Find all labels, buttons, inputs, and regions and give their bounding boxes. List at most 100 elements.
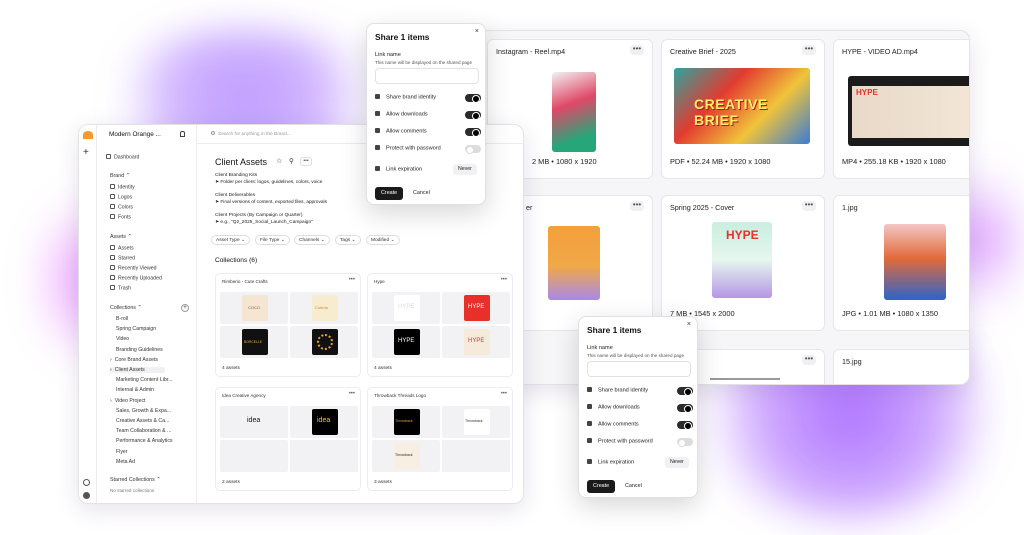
expiration-select[interactable]: Never (665, 457, 689, 468)
sidebar-collection-item[interactable]: B-roll (110, 316, 128, 322)
add-collection-icon[interactable]: + (181, 304, 189, 312)
sidebar-collection-item[interactable]: › Client Assets (110, 367, 165, 373)
toggle-allow-downloads[interactable] (465, 111, 481, 120)
collection-card[interactable]: Hype ••• HYPE HYPE HYPE HYPE 4 assets (367, 273, 513, 377)
link-name-input[interactable] (375, 68, 479, 84)
sidebar-collection-item[interactable]: Internal & Admin (110, 387, 154, 393)
sidebar-collection-item[interactable]: Team Collaboration & ... (110, 428, 171, 434)
filter-asset-type[interactable]: Asset Type ⌄ (211, 235, 251, 245)
section-starred-collections[interactable]: Starred Collections ⌃ (110, 477, 161, 483)
toggle-allow-comments[interactable] (465, 128, 481, 137)
chevron-right-icon[interactable]: › (110, 357, 112, 363)
workspace-name[interactable]: Modern Orange ... (109, 131, 161, 138)
add-icon[interactable]: + (83, 147, 89, 158)
collection-title: Hype (374, 279, 385, 284)
collection-card[interactable]: Throwback Threads Logo ••• Throwback Thr… (367, 387, 513, 491)
sidebar-collection-item[interactable]: Spring Campaign (110, 326, 156, 332)
sidebar-collection-item[interactable]: Performance & Analytics (110, 438, 173, 444)
collection-thumb (290, 326, 358, 358)
collection-card[interactable]: Rimberio - Cute Crafts ••• COCO Cuteria … (215, 273, 361, 377)
more-options-icon[interactable]: ••• (501, 391, 507, 397)
sidebar-item-dashboard[interactable]: Dashboard (106, 154, 139, 161)
more-options-icon[interactable]: ••• (349, 391, 355, 397)
more-options-icon[interactable]: ••• (300, 157, 312, 166)
more-options-icon[interactable]: ••• (349, 277, 355, 283)
toggle-allow-downloads[interactable] (677, 404, 693, 413)
section-assets[interactable]: Assets ⌃ (110, 234, 132, 240)
filter-modified[interactable]: Modified ⌄ (366, 235, 400, 245)
section-collections[interactable]: Collections ⌃ (110, 305, 142, 311)
asset-gallery-window: Instagram - Reel.mp4 ••• 2 MB • 1080 x 1… (478, 30, 970, 385)
filter-tags[interactable]: Tags ⌄ (335, 235, 361, 245)
close-icon[interactable]: × (687, 321, 691, 328)
collection-thumb: HYPE (372, 326, 440, 358)
sidebar-collection-item[interactable]: Video (110, 336, 129, 342)
more-options-icon[interactable]: ••• (630, 201, 644, 211)
toggle-share-brand-identity[interactable] (677, 387, 693, 396)
sidebar-item-fonts[interactable]: Fonts (110, 214, 131, 221)
link-name-input[interactable] (587, 361, 691, 377)
sidebar-collection-item[interactable]: Flyer (110, 449, 128, 455)
description-line: Client Projects (By Campaign or Quarter) (215, 213, 303, 218)
sidebar-item-starred[interactable]: Starred (110, 255, 135, 262)
more-options-icon[interactable]: ••• (802, 45, 816, 55)
asset-thumbnail: HYPE (712, 222, 772, 298)
cancel-button[interactable]: Cancel (625, 480, 642, 493)
help-icon[interactable] (83, 479, 90, 486)
more-options-icon[interactable]: ••• (501, 277, 507, 283)
asset-card[interactable]: Spring 2025 - Cover ••• HYPE 7 MB • 1545… (661, 195, 825, 331)
cancel-button[interactable]: Cancel (413, 187, 430, 200)
sidebar-item-colors[interactable]: Colors (110, 204, 133, 211)
trash-icon (110, 285, 115, 290)
filter-channels[interactable]: Channels ⌄ (294, 235, 330, 245)
sidebar-item-logos[interactable]: Logos (110, 194, 132, 201)
collection-card[interactable]: Idea Creative Agency ••• idea idea 2 ass… (215, 387, 361, 491)
chevron-right-icon[interactable]: › (110, 367, 112, 373)
sidebar-item-recently-viewed[interactable]: Recently Viewed (110, 265, 157, 272)
expiration-select[interactable]: Never (453, 164, 477, 175)
link-icon[interactable]: ⚲ (289, 157, 294, 165)
asset-count: 2 assets (222, 480, 240, 485)
toggle-protect-with-password[interactable] (677, 438, 693, 447)
more-options-icon[interactable]: ••• (802, 355, 816, 365)
sidebar-item-assets[interactable]: Assets (110, 245, 134, 252)
star-icon[interactable]: ☆ (276, 157, 282, 165)
collections-heading: Collections (6) (215, 257, 258, 264)
sidebar-collection-item[interactable]: Sales, Growth & Expa... (110, 408, 171, 414)
filter-file-type[interactable]: File Type ⌄ (255, 235, 290, 245)
avatar[interactable] (83, 492, 90, 499)
asset-thumbnail (884, 224, 946, 300)
collection-thumb (442, 440, 510, 472)
sidebar-item-recently-uploaded[interactable]: Recently Uploaded (110, 275, 162, 282)
section-brand[interactable]: Brand ⌃ (110, 173, 130, 179)
create-button[interactable]: Create (375, 187, 404, 200)
asset-card[interactable]: 1.jpg JPG • 1.01 MB • 1080 x 1350 (833, 195, 969, 331)
sidebar-collection-item[interactable]: › Core Brand Assets (110, 357, 158, 363)
marketing-composite: Instagram - Reel.mp4 ••• 2 MB • 1080 x 1… (0, 0, 1024, 535)
chevron-right-icon[interactable]: › (110, 398, 112, 404)
sidebar-collection-item[interactable]: Branding Guidelines (110, 347, 163, 353)
asset-title: Instagram - Reel.mp4 (496, 47, 566, 56)
description-line: ➤ Folder per client: logos, guidelines, … (215, 180, 323, 185)
sidebar-item-identity[interactable]: Identity (110, 184, 135, 191)
asset-card[interactable]: HYPE - VIDEO AD.mp4 HYPE MP4 • 255.18 KB… (833, 39, 969, 179)
sidebar-item-trash[interactable]: Trash (110, 285, 131, 292)
bell-icon[interactable] (180, 131, 185, 137)
collection-thumb: idea (290, 406, 358, 438)
close-icon[interactable]: × (475, 28, 479, 35)
create-button[interactable]: Create (587, 480, 616, 493)
toggle-protect-with-password[interactable] (465, 145, 481, 154)
eye-icon (110, 265, 115, 270)
sidebar-collection-item[interactable]: Meta Ad (110, 459, 135, 465)
more-options-icon[interactable]: ••• (802, 201, 816, 211)
more-options-icon[interactable]: ••• (630, 45, 644, 55)
sidebar-collection-item[interactable]: Marketing Content Libr... (110, 377, 173, 383)
toggle-allow-comments[interactable] (677, 421, 693, 430)
asset-card[interactable]: 15.jpg (833, 349, 969, 384)
asset-thumbnail: HYPE (848, 76, 969, 146)
sidebar-collection-item[interactable]: › Video Project (110, 398, 146, 404)
sidebar-collection-item[interactable]: Creative Assets & Ca... (110, 418, 169, 424)
asset-card[interactable]: ••• (689, 349, 825, 384)
asset-card[interactable]: Creative Brief - 2025 ••• CREATIVE BRIEF… (661, 39, 825, 179)
toggle-share-brand-identity[interactable] (465, 94, 481, 103)
